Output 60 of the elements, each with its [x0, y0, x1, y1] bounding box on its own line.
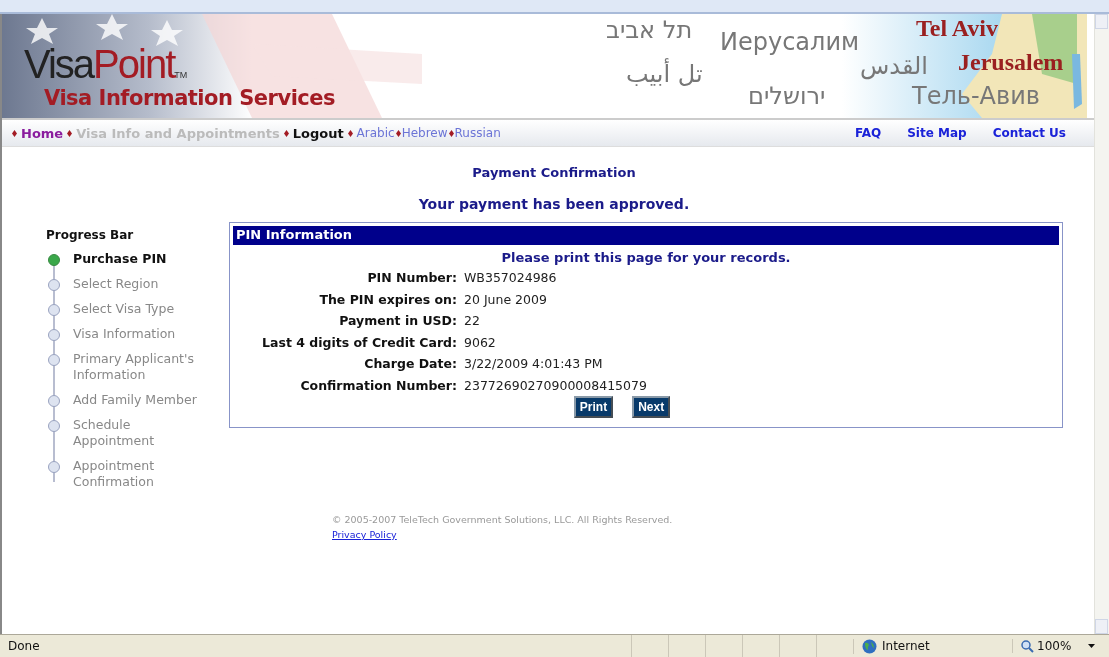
city-name: القدس: [860, 54, 928, 78]
city-name: Jerusalem: [958, 50, 1064, 74]
zoom-level[interactable]: 100%: [1037, 639, 1072, 653]
zone-text: Internet: [882, 639, 930, 653]
field-label: Payment in USD:: [338, 313, 457, 330]
copyright-text: © 2005-2007 TeleTech Government Solutions, LLC. All Rights Reserved.: [332, 514, 673, 525]
status-text: Done: [7, 639, 41, 653]
field-value: 23772690270900008415079: [464, 377, 648, 394]
diamond-icon: [67, 129, 73, 137]
city-name: ירושלים: [748, 84, 826, 108]
city-name: Tel Aviv: [916, 16, 999, 40]
approval-message: Your payment has been approved.: [417, 196, 691, 212]
tagline: Visa Information Services: [44, 86, 336, 110]
progress-step: Visa Information: [73, 326, 211, 342]
diamond-icon: [283, 129, 289, 137]
city-name: תל אביב: [606, 18, 693, 42]
field-label: Charge Date:: [363, 356, 457, 373]
progress-step: Select Visa Type: [73, 301, 211, 317]
nav-link[interactable]: Logout: [292, 125, 344, 141]
progress-step: Select Region: [73, 276, 211, 292]
nav-link[interactable]: Contact Us: [992, 126, 1066, 140]
action-button[interactable]: Print: [573, 396, 614, 418]
diamond-icon: [395, 129, 401, 137]
city-name: Иерусалим: [720, 30, 860, 54]
language-link[interactable]: Russian: [454, 126, 501, 140]
field-value: 20 June 2009: [464, 291, 548, 308]
field-label: Confirmation Number:: [299, 377, 457, 394]
globe-icon: [862, 638, 877, 654]
dropdown-icon[interactable]: [1088, 644, 1096, 648]
language-link[interactable]: Hebrew: [401, 126, 448, 140]
logo-text: Visa: [24, 44, 94, 84]
diamond-icon: [448, 129, 454, 137]
progress-step: Purchase PIN: [73, 251, 211, 267]
field-label: Last 4 digits of Credit Card:: [261, 334, 457, 351]
print-note: Please print this page for your records.: [500, 250, 792, 265]
nav-link[interactable]: Home: [21, 125, 64, 141]
diamond-icon: [347, 129, 353, 137]
logo-text: Point: [93, 44, 175, 84]
privacy-link[interactable]: Privacy Policy: [332, 529, 673, 540]
progress-step: Add Family Member: [73, 392, 211, 408]
field-value: 3/22/2009 4:01:43 PM: [464, 356, 604, 373]
page-title: Payment Confirmation: [471, 165, 637, 180]
field-label: The PIN expires on:: [318, 291, 457, 308]
nav-link[interactable]: Site Map: [907, 126, 967, 140]
city-name: Тель-Авив: [912, 84, 1040, 108]
panel-header: PIN Information: [233, 226, 1059, 245]
field-value: WB357024986: [464, 270, 558, 287]
field-value: 9062: [464, 334, 497, 351]
field-label: PIN Number:: [366, 270, 457, 287]
progress-title: Progress Bar: [46, 228, 135, 242]
zoom-icon[interactable]: [1021, 639, 1034, 653]
action-button[interactable]: Next: [632, 396, 671, 418]
field-value: 22: [464, 313, 481, 330]
progress-step: Appointment Confirmation: [73, 458, 211, 490]
language-link[interactable]: Arabic: [356, 126, 395, 140]
nav-link[interactable]: FAQ: [854, 126, 882, 140]
trademark-mark: TM: [174, 71, 188, 80]
diamond-icon: [12, 129, 17, 137]
progress-step: Schedule Appointment: [73, 417, 211, 449]
progress-step: Primary Applicant's Information: [73, 351, 211, 383]
